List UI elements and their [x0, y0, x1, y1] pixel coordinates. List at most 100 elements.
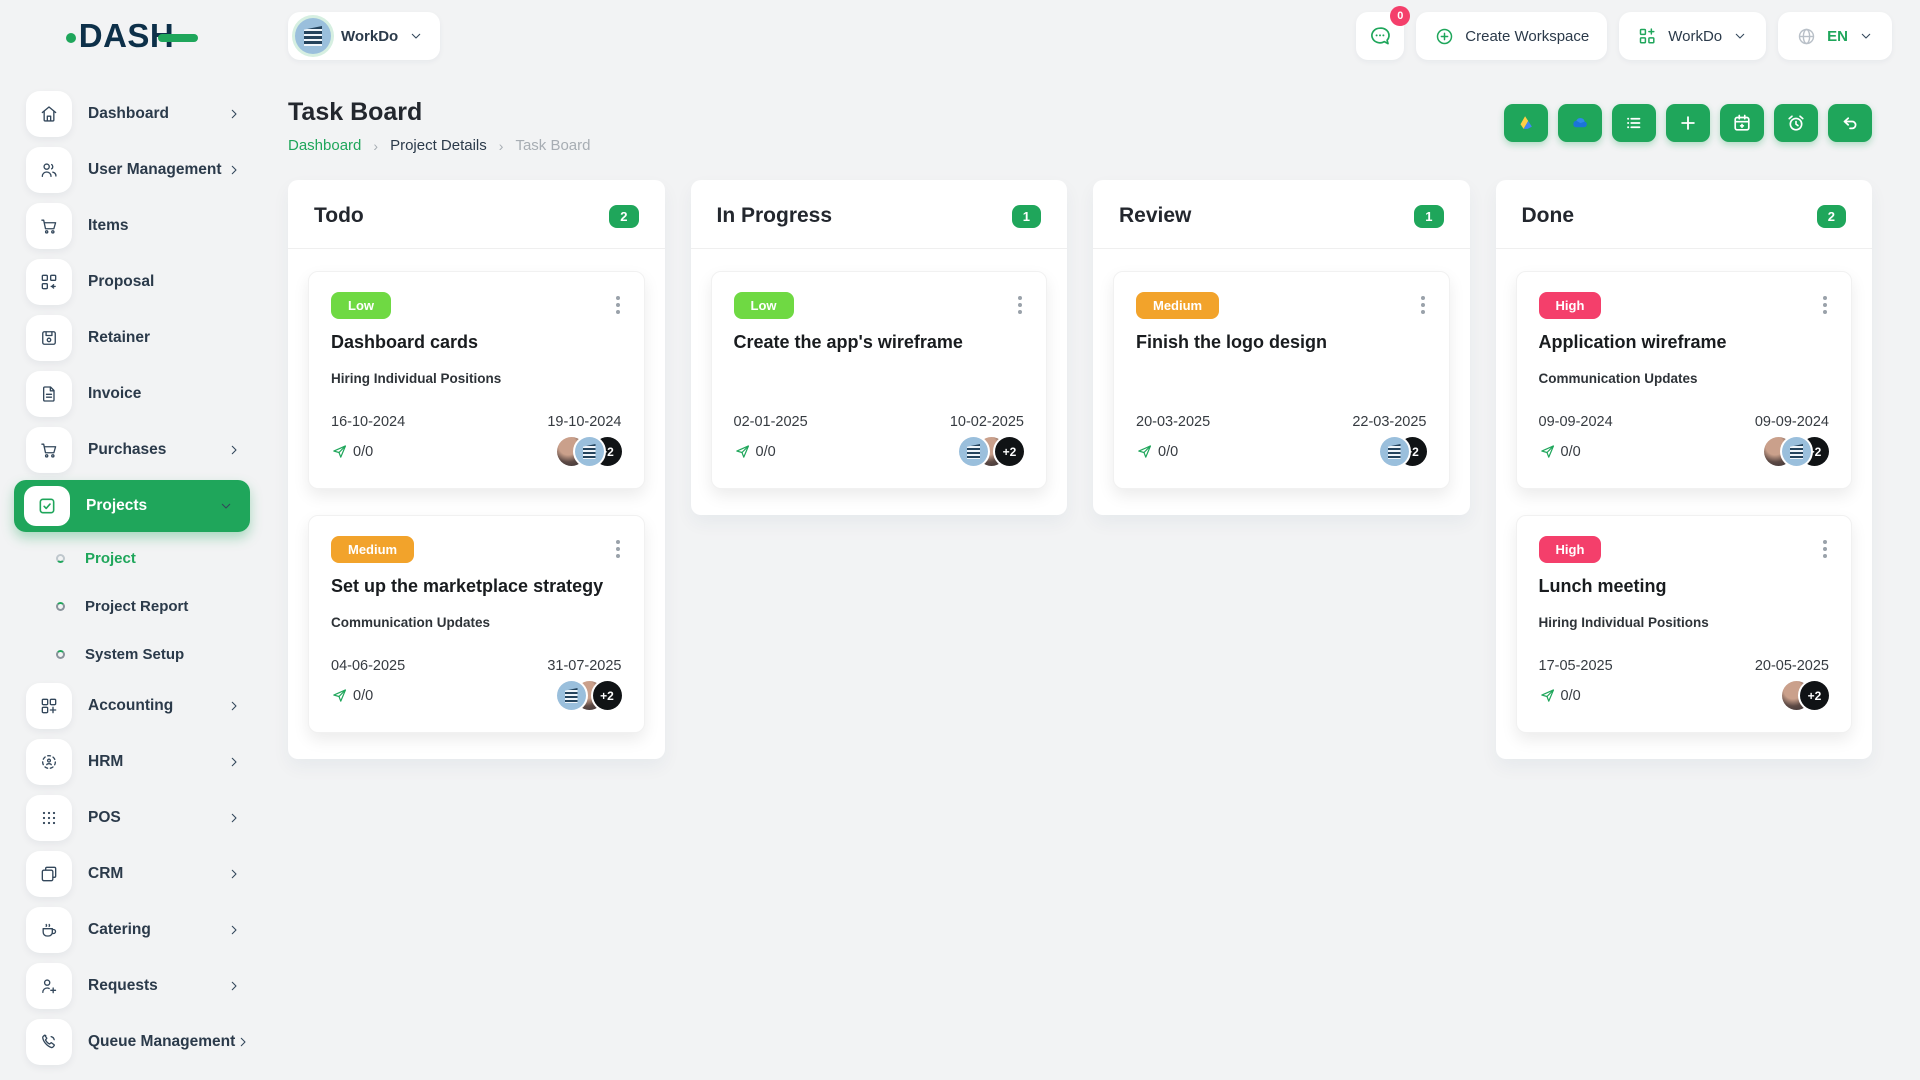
- priority-badge: Low: [733, 292, 794, 319]
- task-milestone: [734, 371, 1025, 388]
- assignee-avatar: [1379, 437, 1409, 466]
- column-header: Todo 2: [288, 180, 665, 249]
- breadcrumb-item-project-details[interactable]: Project Details: [390, 137, 487, 154]
- priority-badge: Medium: [1136, 292, 1220, 319]
- card-menu-button[interactable]: [1419, 292, 1427, 318]
- task-milestone: Hiring Individual Positions: [1538, 615, 1709, 630]
- board-column-in-progress: In Progress 1 Low Create the app's wiref…: [690, 180, 1067, 515]
- sidebar-item-retainer[interactable]: Retainer: [0, 310, 264, 366]
- sidebar-item-proposal[interactable]: Proposal: [0, 254, 264, 310]
- task-card-set-up-the-marketplace-strategy[interactable]: Medium Set up the marketplace strategy C…: [308, 515, 645, 733]
- sidebar-item-label: Queue Management: [88, 1033, 236, 1050]
- workspace-selector[interactable]: WorkDo: [288, 12, 441, 60]
- home-icon: [26, 91, 72, 137]
- sidebar-item-crm[interactable]: CRM: [0, 846, 264, 902]
- send-icon: [331, 687, 348, 704]
- plus-icon: [1677, 112, 1699, 134]
- calendar-button[interactable]: [1720, 104, 1764, 142]
- assignee-avatars: +2: [556, 437, 622, 466]
- chevron-right-icon: [226, 754, 242, 770]
- plus-button[interactable]: [1666, 104, 1710, 142]
- task-end-date: 19-10-2024: [547, 414, 622, 430]
- sidebar-item-pos[interactable]: POS: [0, 790, 264, 846]
- card-menu-button[interactable]: [614, 292, 622, 318]
- task-card-application-wireframe[interactable]: High Application wireframe Communication…: [1515, 271, 1852, 489]
- onedrive-button[interactable]: [1558, 104, 1602, 142]
- sidebar-item-catering[interactable]: Catering: [0, 902, 264, 958]
- sidebar-item-requests[interactable]: Requests: [0, 958, 264, 1014]
- sidebar-item-dashboard[interactable]: Dashboard: [0, 86, 264, 142]
- task-start-date: 02-01-2025: [733, 414, 808, 430]
- undo-button[interactable]: [1828, 104, 1872, 142]
- apps-menu-button[interactable]: WorkDo: [1619, 12, 1767, 60]
- task-card-dashboard-cards[interactable]: Low Dashboard cards Hiring Individual Po…: [308, 271, 645, 489]
- sidebar-item-projects[interactable]: Projects: [0, 478, 264, 534]
- sidebar-subitem-label: System Setup: [85, 645, 185, 663]
- list-button[interactable]: [1612, 104, 1656, 142]
- alarm-button[interactable]: [1774, 104, 1818, 142]
- task-milestone: [1136, 371, 1427, 388]
- task-progress: 0/0: [1560, 443, 1581, 460]
- assignee-avatar: [574, 437, 604, 466]
- language-selector[interactable]: EN: [1778, 12, 1892, 60]
- chevron-right-icon: [226, 866, 242, 882]
- sidebar-item-label: Invoice: [88, 385, 142, 402]
- dash-logo[interactable]: DASH: [0, 17, 264, 55]
- task-end-date: 20-05-2025: [1754, 658, 1829, 674]
- card-menu-button[interactable]: [1016, 292, 1024, 318]
- sidebar-item-label: User Management: [88, 161, 222, 178]
- card-menu-button[interactable]: [1821, 292, 1829, 318]
- task-card-lunch-meeting[interactable]: High Lunch meeting Hiring Individual Pos…: [1515, 515, 1852, 733]
- chevron-right-icon: [226, 922, 242, 938]
- task-card-create-the-app-s-wireframe[interactable]: Low Create the app's wireframe 02-01-202…: [710, 271, 1047, 489]
- messages-count-badge: 0: [1390, 6, 1411, 26]
- sidebar-subitem-project[interactable]: Project: [0, 534, 264, 582]
- task-title: Lunch meeting: [1538, 576, 1667, 596]
- sidebar-item-user-management[interactable]: User Management: [0, 142, 264, 198]
- board-column-review: Review 1 Medium Finish the logo design 2…: [1093, 180, 1470, 515]
- chevron-right-icon: [226, 106, 242, 122]
- assignee-avatars: +2: [1379, 437, 1427, 466]
- list-icon: [1623, 112, 1645, 134]
- sidebar-item-items[interactable]: Items: [0, 198, 264, 254]
- chat-icon: [1368, 24, 1392, 48]
- task-card-finish-the-logo-design[interactable]: Medium Finish the logo design 20-03-2025…: [1113, 271, 1450, 489]
- send-icon: [1539, 687, 1556, 704]
- card-menu-button[interactable]: [614, 536, 622, 562]
- assignee-extra-count: +2: [995, 437, 1024, 466]
- card-menu-button[interactable]: [1821, 536, 1829, 562]
- crm-icon: [26, 851, 72, 897]
- task-progress: 0/0: [1158, 443, 1179, 460]
- column-title: Todo: [314, 204, 364, 227]
- task-title: Dashboard cards: [331, 332, 479, 352]
- sidebar-item-purchases[interactable]: Purchases: [0, 422, 264, 478]
- column-header: Done 2: [1495, 180, 1872, 249]
- task-progress: 0/0: [755, 443, 776, 460]
- logo-dash-bar: [158, 34, 199, 42]
- sidebar-item-accounting[interactable]: Accounting: [0, 678, 264, 734]
- google-drive-button[interactable]: [1504, 104, 1548, 142]
- sidebar-item-label: CRM: [88, 865, 124, 882]
- chevron-right-icon: [226, 978, 242, 994]
- task-start-date: 09-09-2024: [1538, 414, 1613, 430]
- messages-button[interactable]: 0: [1356, 6, 1411, 60]
- column-count-badge: 2: [1816, 204, 1846, 228]
- sidebar-item-hrm[interactable]: HRM: [0, 734, 264, 790]
- assignee-extra-count: +2: [592, 681, 622, 710]
- sidebar-item-invoice[interactable]: Invoice: [0, 366, 264, 422]
- create-workspace-button[interactable]: Create Workspace: [1416, 12, 1608, 60]
- submenu-bullet-icon: [56, 649, 65, 659]
- send-icon: [734, 443, 751, 460]
- sidebar-item-label: Requests: [88, 977, 158, 994]
- chevron-right-icon: [226, 810, 242, 826]
- sidebar-item-queue-management[interactable]: Queue Management: [0, 1014, 264, 1070]
- assignee-avatars: +2: [556, 681, 622, 710]
- purchases-icon: [26, 427, 72, 473]
- breadcrumb-item-dashboard[interactable]: Dashboard: [288, 137, 361, 154]
- column-count-badge: 1: [1414, 204, 1444, 228]
- submenu-bullet-icon: [56, 553, 65, 563]
- sidebar-subitem-system-setup[interactable]: System Setup: [0, 630, 264, 678]
- create-workspace-label: Create Workspace: [1465, 27, 1590, 45]
- sidebar-subitem-project-report[interactable]: Project Report: [0, 582, 264, 630]
- priority-badge: High: [1538, 536, 1602, 563]
